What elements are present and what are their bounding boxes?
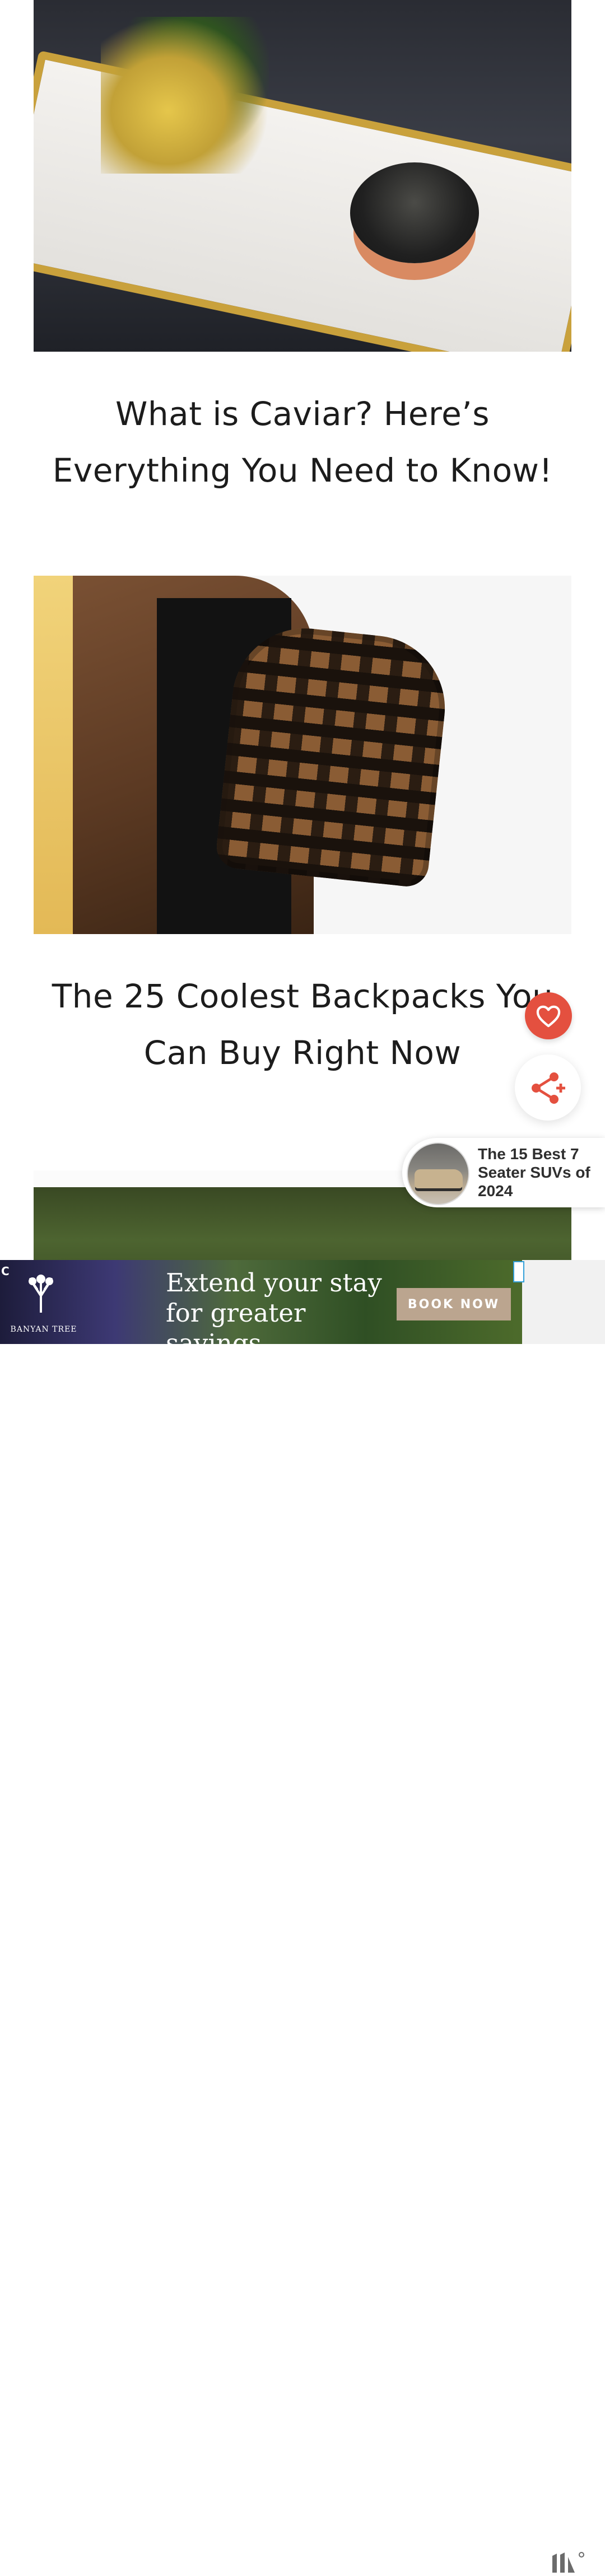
share-button[interactable] [515,1054,581,1121]
article-title-backpacks[interactable]: The 25 Coolest Backpacks You Can Buy Rig… [34,968,571,1081]
recommended-article-card[interactable]: The 15 Best 7 Seater SUVs of 2024 [402,1138,605,1207]
ad-choice-mark[interactable]: C [1,1264,10,1278]
recommended-article-thumbnail [407,1142,469,1205]
caviar-shape [350,162,479,263]
ad-book-now-button[interactable]: BOOK NOW [397,1288,511,1320]
article-title-caviar[interactable]: What is Caviar? Here’s Everything You Ne… [34,386,571,499]
stripe-shape [34,576,73,934]
ad-brand-name: BANYAN TREE [10,1325,77,1334]
article-image-caviar[interactable] [34,0,571,352]
tree-icon [29,1275,53,1313]
ad-info-icon[interactable] [513,1261,524,1282]
ad-headline-line2: for greater savings [166,1298,306,1344]
ad-brand-logo: BANYAN TREE [10,1270,76,1337]
backpack-shape [215,621,452,889]
heart-icon [536,1005,561,1028]
garnish-shape [101,17,269,174]
ad-creative[interactable]: C BANYAN TREE Extend your stay for great… [0,1260,522,1344]
ad-headline-line1: Extend your stay [166,1268,382,1298]
ad-headline: Extend your stay for greater savings [166,1268,401,1344]
recommended-article-title: The 15 Best 7 Seater SUVs of 2024 [478,1145,590,1200]
article-image-backpack[interactable] [34,576,571,934]
share-icon [532,1072,565,1104]
car-shape [415,1169,463,1188]
favorite-button[interactable] [525,992,572,1039]
ad-network-icon[interactable] [550,2548,589,2576]
